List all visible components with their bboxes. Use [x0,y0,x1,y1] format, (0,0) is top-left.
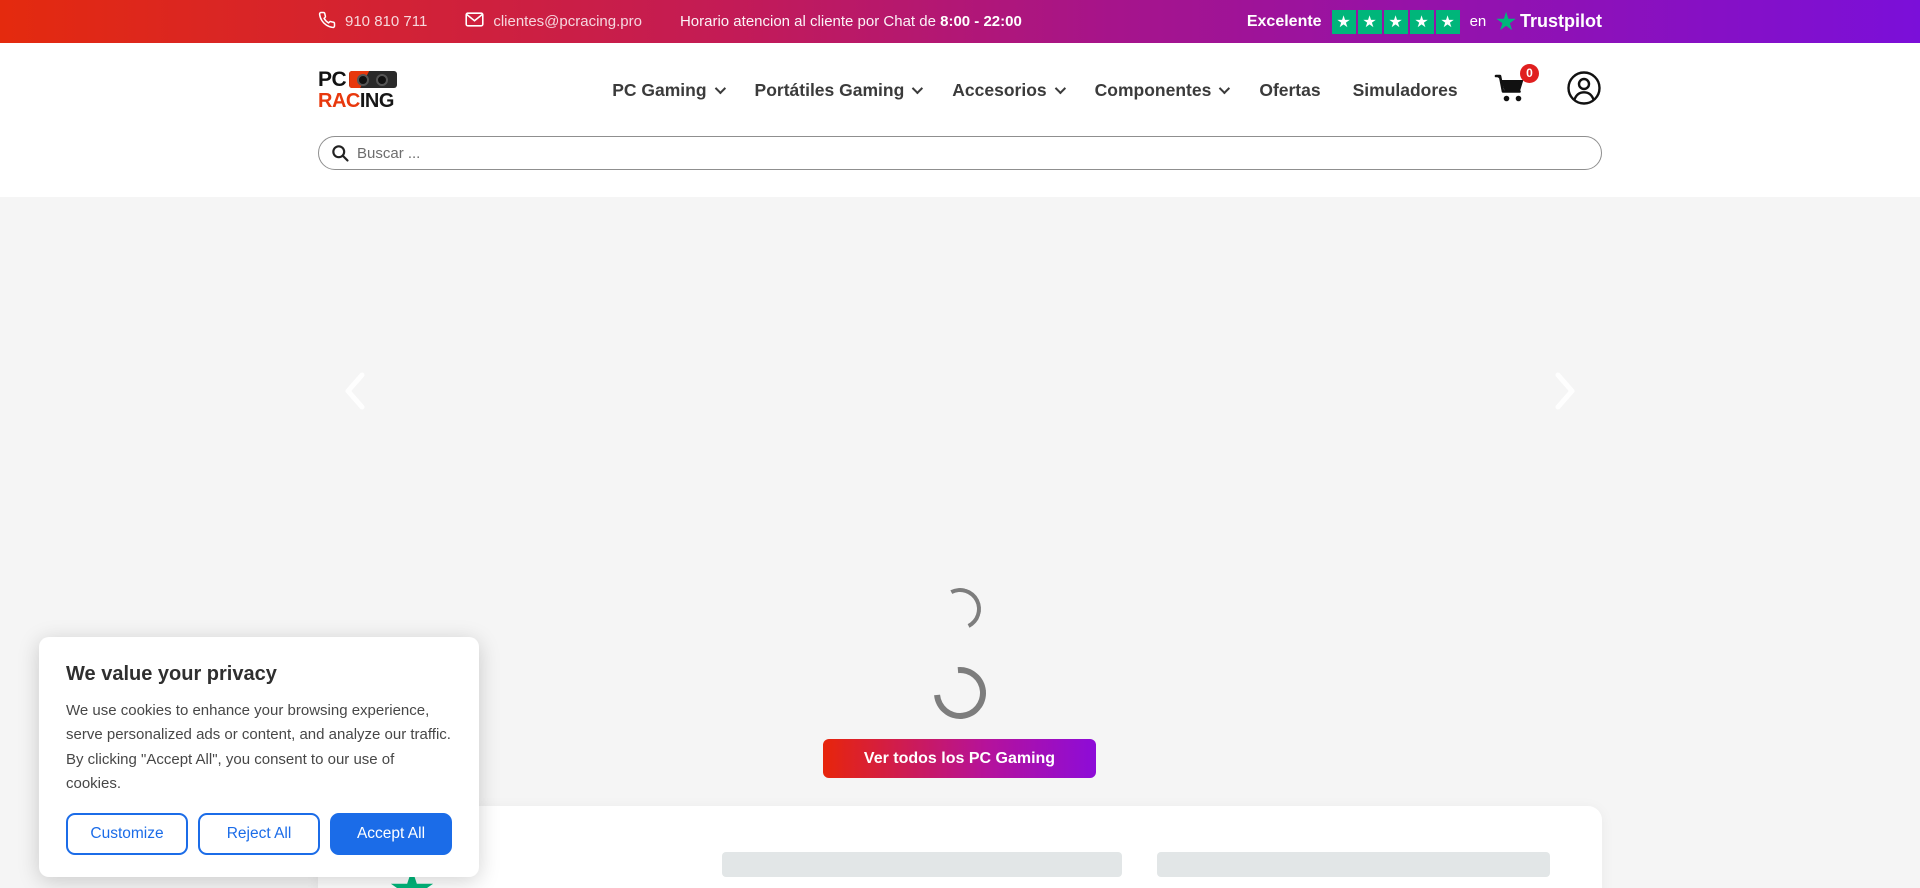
trustpilot-star-icon: ★ [1496,11,1516,33]
cookie-title: We value your privacy [66,663,452,686]
star-icon: ★ [1410,10,1434,34]
star-icon: ★ [1332,10,1356,34]
chevron-down-icon [1054,83,1065,94]
trustpilot-connector: en [1470,13,1487,30]
cart-button[interactable]: 0 [1494,73,1528,108]
chevron-down-icon [1219,83,1230,94]
trustpilot-logo: ★ Trustpilot [1496,11,1602,33]
trustpilot-widget-card: Trustpilot [318,806,1602,888]
loading-spinner [923,656,996,729]
search-input[interactable] [318,136,1602,170]
skeleton-bar [722,852,1122,877]
search-icon [330,143,350,168]
skeleton-bar [1157,852,1550,877]
topbar-phone[interactable]: 910 810 711 [318,11,427,33]
chevron-down-icon [912,83,923,94]
trustpilot-stars: ★ ★ ★ ★ ★ [1332,10,1460,34]
topbar: 910 810 711 clientes@pcracing.pro Horari… [0,0,1920,43]
chevron-down-icon [714,83,725,94]
accept-all-button[interactable]: Accept All [330,813,452,855]
trustpilot-wordmark: Trustpilot [444,884,581,888]
account-icon [1566,70,1602,111]
cart-icon [1494,90,1528,107]
cookie-consent-dialog: We value your privacy We use cookies to … [39,637,479,877]
site-header: PC RACING PC Gaming Portátiles Gaming Ac… [0,43,1920,197]
carousel-prev-button[interactable] [340,369,370,413]
topbar-email-address[interactable]: clientes@pcracing.pro [493,13,642,30]
phone-icon [318,11,336,33]
trustpilot-rating-label: Excelente [1247,13,1322,31]
topbar-email[interactable]: clientes@pcracing.pro [465,12,642,31]
gpu-graphic-icon [349,71,397,88]
logo-text-pc: PC [318,69,346,90]
trustpilot-rating[interactable]: Excelente ★ ★ ★ ★ ★ en ★ Trustpilot [1247,10,1602,34]
trustpilot-wordmark: Trustpilot [1520,11,1602,32]
account-button[interactable] [1566,70,1602,111]
star-icon: ★ [1358,10,1382,34]
nav-item-portatiles-gaming[interactable]: Portátiles Gaming [755,80,921,101]
topbar-hours: Horario atencion al cliente por Chat de … [680,13,1022,30]
logo-text-racing: RACING [318,91,397,111]
star-icon: ★ [1384,10,1408,34]
nav-item-simuladores[interactable]: Simuladores [1353,80,1458,101]
star-icon: ★ [1436,10,1460,34]
topbar-phone-number[interactable]: 910 810 711 [345,13,427,30]
cookie-body-text: We use cookies to enhance your browsing … [66,699,452,796]
customize-button[interactable]: Customize [66,813,188,855]
reject-all-button[interactable]: Reject All [198,813,320,855]
nav-item-componentes[interactable]: Componentes [1095,80,1228,101]
view-all-pc-gaming-button[interactable]: Ver todos los PC Gaming [823,739,1096,778]
loading-spinner [934,583,987,636]
nav-item-ofertas[interactable]: Ofertas [1259,80,1320,101]
site-logo[interactable]: PC RACING [318,69,397,111]
main-nav: PC Gaming Portátiles Gaming Accesorios C… [612,80,1457,101]
carousel-next-button[interactable] [1550,369,1580,413]
cart-count-badge: 0 [1520,64,1539,83]
nav-item-pc-gaming[interactable]: PC Gaming [612,80,722,101]
mail-icon [465,12,484,31]
topbar-hours-time: 8:00 - 22:00 [940,13,1022,30]
nav-item-accesorios[interactable]: Accesorios [952,80,1062,101]
